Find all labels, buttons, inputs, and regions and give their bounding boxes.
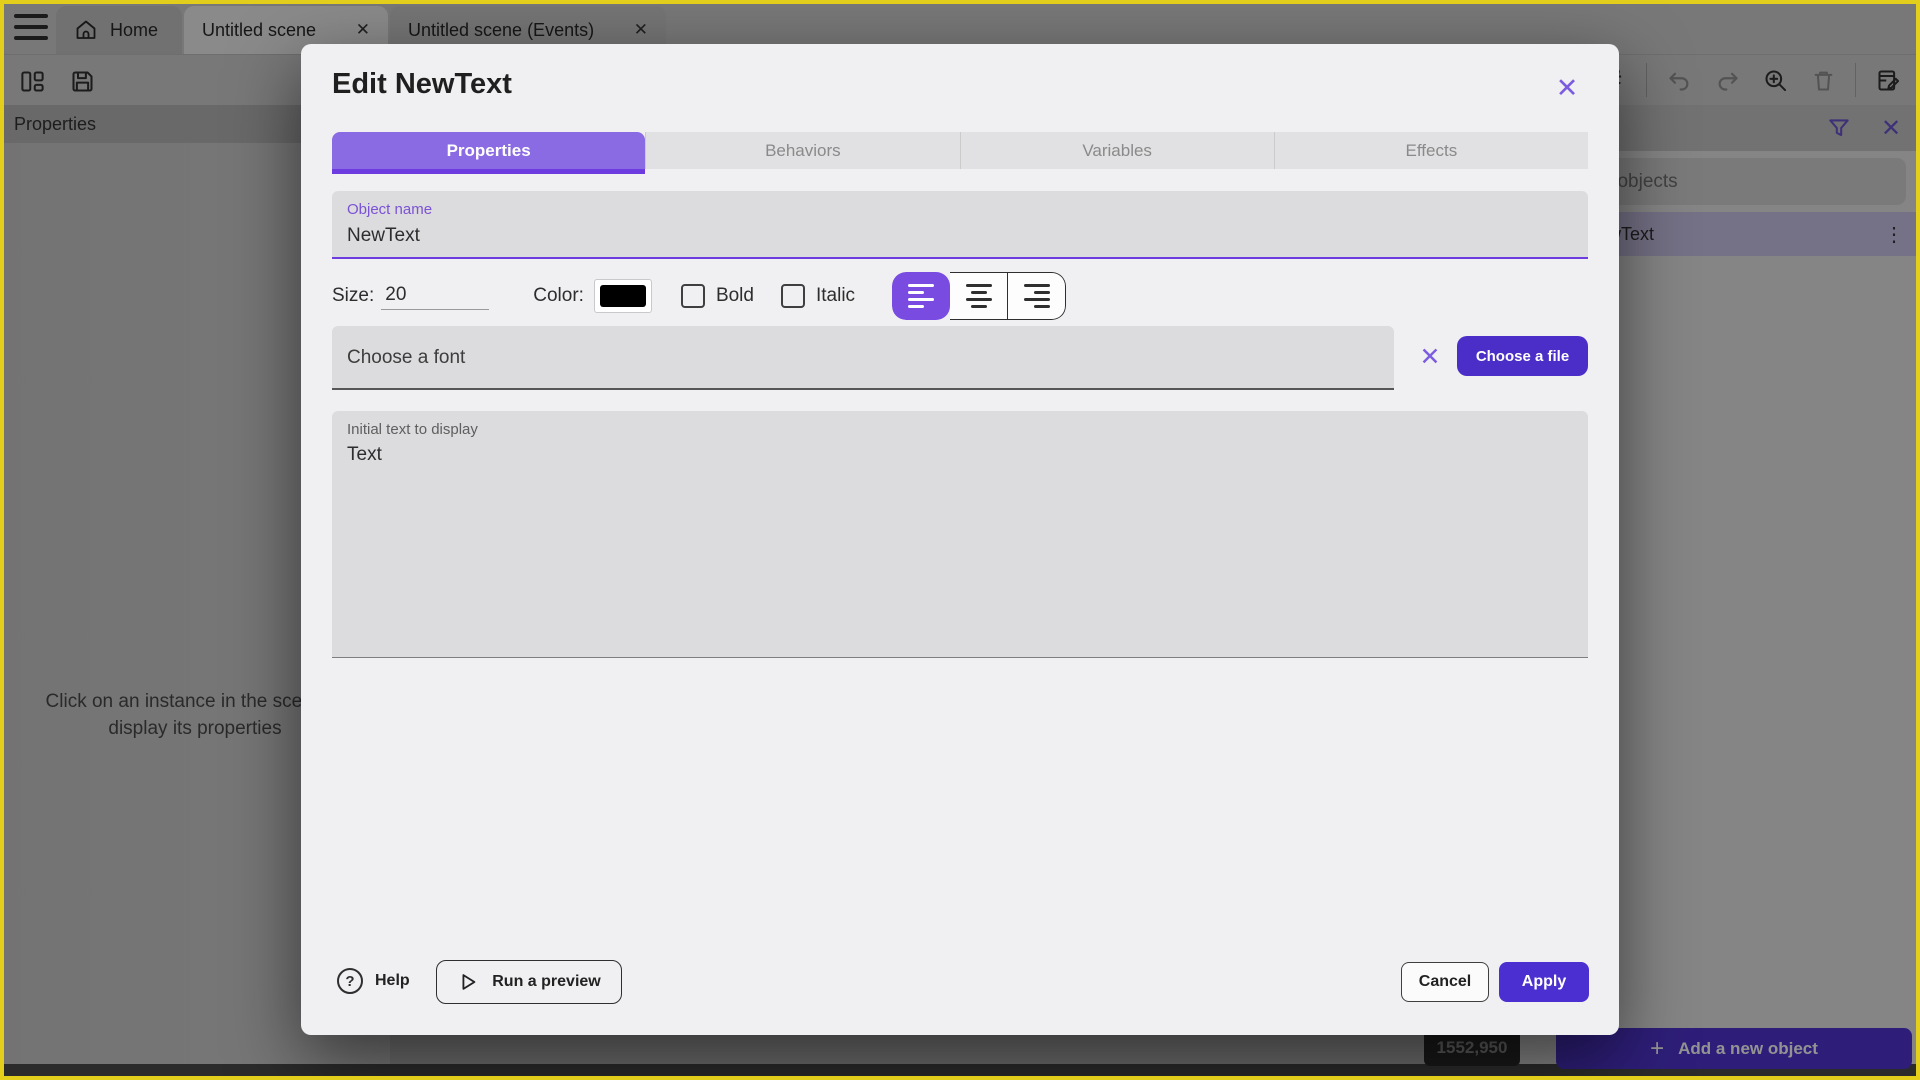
close-dialog-icon[interactable]: ✕ [1549, 70, 1585, 106]
bold-label: Bold [715, 285, 754, 306]
apply-button[interactable]: Apply [1499, 962, 1589, 1002]
initial-text-field[interactable]: Initial text to display Text [332, 411, 1588, 658]
color-swatch[interactable] [593, 279, 652, 313]
align-right-button[interactable] [1008, 272, 1067, 320]
run-preview-label: Run a preview [492, 973, 601, 990]
tab-properties[interactable]: Properties [332, 132, 646, 174]
initial-text-value: Text [347, 444, 382, 465]
app-window: Home Untitled scene ✕ Untitled scene (Ev… [0, 0, 1920, 1080]
font-field-placeholder: Choose a font [347, 347, 466, 368]
object-name-value: NewText [347, 225, 420, 246]
run-preview-button[interactable]: Run a preview [436, 960, 622, 1004]
object-name-field[interactable]: Object name NewText [332, 191, 1588, 259]
text-style-row: Size: Color: Bold Italic [332, 272, 1067, 320]
edit-object-dialog: Edit NewText ✕ Properties Behaviors Vari… [301, 44, 1619, 1035]
help-label: Help [375, 972, 410, 989]
dialog-title: Edit NewText [332, 68, 512, 100]
play-icon [457, 971, 479, 993]
question-icon: ? [337, 968, 363, 994]
tab-variables[interactable]: Variables [959, 132, 1274, 169]
choose-file-button[interactable]: Choose a file [1457, 336, 1588, 376]
object-name-label: Object name [347, 201, 433, 218]
align-left-button[interactable] [892, 272, 951, 320]
italic-checkbox[interactable] [780, 284, 805, 308]
tab-effects[interactable]: Effects [1273, 132, 1588, 169]
clear-font-icon[interactable]: ✕ [1413, 340, 1447, 374]
italic-label: Italic [815, 285, 856, 306]
color-swatch-fill [599, 285, 646, 307]
dialog-tabs: Properties Behaviors Variables Effects [332, 132, 1588, 174]
tab-behaviors[interactable]: Behaviors [645, 132, 960, 169]
cancel-button[interactable]: Cancel [1401, 962, 1489, 1002]
size-label: Size: [332, 285, 375, 306]
font-field[interactable]: Choose a font [332, 326, 1394, 390]
bold-checkbox[interactable] [680, 284, 705, 308]
text-alignment-group [892, 272, 1067, 320]
help-button[interactable]: ? Help [337, 968, 410, 994]
initial-text-label: Initial text to display [347, 421, 478, 438]
dialog-actions: ? Help Run a preview Cancel Apply [301, 960, 1619, 1008]
align-center-button[interactable] [950, 272, 1009, 320]
color-label: Color: [533, 285, 584, 306]
size-input[interactable] [381, 282, 490, 310]
